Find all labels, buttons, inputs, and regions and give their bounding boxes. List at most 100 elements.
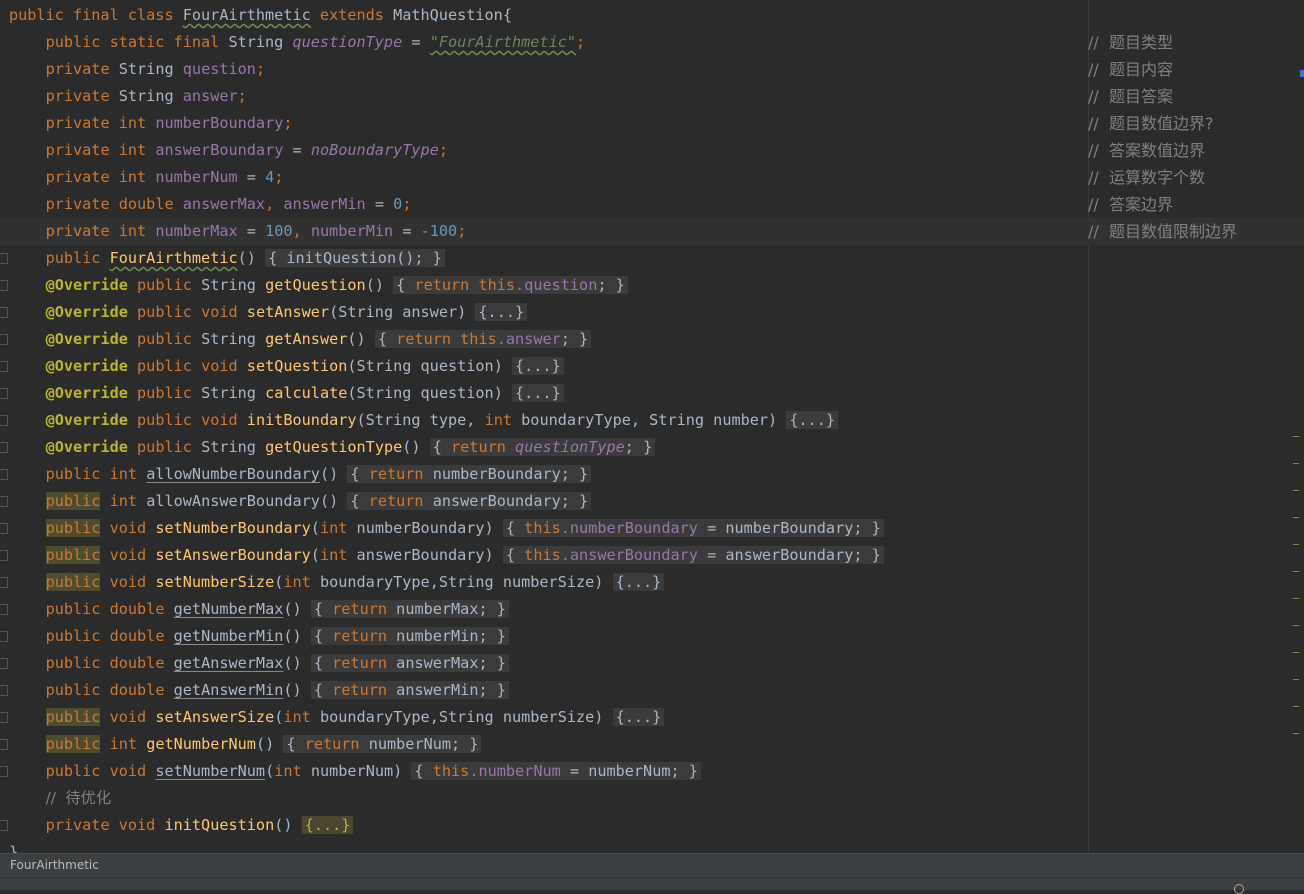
code-line-initquestion[interactable]: private void initQuestion() {...} (0, 812, 354, 839)
breadcrumb-class-item[interactable]: FourAirthmetic (10, 858, 99, 872)
folded-body[interactable]: { return answerBoundary; } (347, 492, 592, 510)
code-line-field-numberboundary[interactable]: private int numberBoundary; // 题目数值边界? (0, 110, 1214, 137)
code-line-class-header[interactable]: public final class FourAirthmetic extend… (0, 2, 512, 29)
folded-body[interactable]: { return this.answer; } (374, 330, 592, 348)
code-line-getanswermin[interactable]: public double getAnswerMin() { return an… (0, 677, 509, 704)
folded-body[interactable]: { this.numberNum = numberNum; } (411, 762, 701, 780)
brace: ; } (478, 681, 506, 699)
fold-gutter-icon[interactable] (0, 334, 8, 345)
error-stripe-mark[interactable] (1293, 436, 1299, 437)
status-indicator-icon[interactable] (1234, 884, 1244, 894)
fold-gutter-icon[interactable] (0, 388, 8, 399)
fold-gutter-icon[interactable] (0, 820, 8, 831)
folded-body[interactable]: {...} (301, 816, 354, 834)
code-line-setquestion[interactable]: @Override public void setQuestion(String… (0, 353, 564, 380)
code-line-field-numbernum[interactable]: private int numberNum = 4; // 运算数字个数 (0, 164, 1205, 191)
folded-body[interactable]: {...} (786, 411, 839, 429)
error-stripe-mark[interactable] (1293, 517, 1299, 518)
folded-body[interactable]: { return numberMax; } (310, 600, 509, 618)
code-line-getnumbermin[interactable]: public double getNumberMin() { return nu… (0, 623, 509, 650)
code-line-calculate[interactable]: @Override public String calculate(String… (0, 380, 564, 407)
code-line-getquestiontype[interactable]: @Override public String getQuestionType(… (0, 434, 656, 461)
code-line-field-answerboundary[interactable]: private int answerBoundary = noBoundaryT… (0, 137, 1205, 164)
folded-body[interactable]: {...} (512, 357, 564, 375)
fold-gutter-icon[interactable] (0, 604, 8, 615)
folded-body[interactable]: { return questionType; } (429, 438, 656, 456)
fold-gutter-icon[interactable] (0, 550, 8, 561)
fold-gutter-icon[interactable] (0, 712, 8, 723)
error-stripe-mark[interactable] (1293, 706, 1299, 707)
fold-gutter-icon[interactable] (0, 658, 8, 669)
assignment: = answerBoundary (707, 546, 854, 564)
error-stripe-mark[interactable] (1293, 463, 1299, 464)
fold-gutter-icon[interactable] (0, 280, 8, 291)
code-line-getanswermax[interactable]: public double getAnswerMax() { return an… (0, 650, 509, 677)
folded-body[interactable]: { return numberMin; } (310, 627, 509, 645)
code-line-setanswer[interactable]: @Override public void setAnswer(String a… (0, 299, 528, 326)
code-line-getnumbernum[interactable]: public int getNumberNum() { return numbe… (0, 731, 482, 758)
code-line-initboundary[interactable]: @Override public void initBoundary(Strin… (0, 407, 839, 434)
modifiers: public (45, 573, 101, 591)
annotation: @Override (45, 384, 128, 402)
code-line-setnumbernum[interactable]: public void setNumberNum(int numberNum) … (0, 758, 701, 785)
code-line-constructor[interactable]: public FourAirthmetic() { initQuestion()… (0, 245, 445, 272)
fold-gutter-icon[interactable] (0, 766, 8, 777)
code-line-todo-comment[interactable]: // 待优化 (0, 785, 111, 812)
code-line-closing-brace[interactable]: } (0, 839, 37, 853)
error-stripe-mark[interactable] (1293, 544, 1299, 545)
code-editor[interactable]: public final class FourAirthmetic extend… (0, 0, 1304, 853)
fold-gutter-icon[interactable] (0, 523, 8, 534)
code-line-setanswerboundary[interactable]: public void setAnswerBoundary(int answer… (0, 542, 884, 569)
folded-body[interactable]: { initQuestion(); } (265, 249, 445, 267)
fold-gutter-icon[interactable] (0, 685, 8, 696)
folded-body[interactable]: { return numberNum; } (283, 735, 482, 753)
fold-gutter-icon[interactable] (0, 739, 8, 750)
number-literal: 4 (265, 168, 275, 186)
error-stripe-mark[interactable] (1293, 652, 1299, 653)
code-line-setnumbersize[interactable]: public void setNumberSize(int boundaryTy… (0, 569, 665, 596)
error-stripe-mark[interactable] (1293, 598, 1299, 599)
fold-gutter-icon[interactable] (0, 469, 8, 480)
folded-body[interactable]: {...} (612, 573, 665, 591)
fold-gutter-icon[interactable] (0, 253, 8, 264)
code-line-setnumberboundary[interactable]: public void setNumberBoundary(int number… (0, 515, 884, 542)
code-line-getnumbermax[interactable]: public double getNumberMax() { return nu… (0, 596, 509, 623)
folded-body[interactable]: { return answerMin; } (310, 681, 509, 699)
folded-body[interactable]: {...} (475, 303, 528, 321)
folded-body[interactable]: { return this.question; } (393, 276, 628, 294)
folded-body[interactable]: { this.answerBoundary = answerBoundary; … (502, 546, 884, 564)
code-line-allownumberboundary[interactable]: public int allowNumberBoundary() { retur… (0, 461, 592, 488)
brace: { (313, 654, 323, 672)
fold-gutter-icon[interactable] (0, 631, 8, 642)
error-stripe-mark[interactable] (1293, 490, 1299, 491)
error-stripe-mark[interactable] (1293, 571, 1299, 572)
code-line-field-answermax[interactable]: private double answerMax, answerMin = 0;… (0, 191, 1173, 218)
code-line-allowanswerboundary[interactable]: public int allowAnswerBoundary() { retur… (0, 488, 592, 515)
code-line-getanswer[interactable]: @Override public String getAnswer() { re… (0, 326, 592, 353)
error-stripe-mark[interactable] (1293, 625, 1299, 626)
code-line-field-questiontype[interactable]: public static final String questionType … (0, 29, 1173, 56)
error-stripe-mark[interactable] (1293, 679, 1299, 680)
breadcrumb[interactable]: FourAirthmetic (0, 853, 1304, 877)
folded-body[interactable]: { return numberBoundary; } (347, 465, 592, 483)
fold-gutter-icon[interactable] (0, 442, 8, 453)
params: () (255, 735, 275, 753)
error-stripe-mark[interactable] (1293, 733, 1299, 734)
code-line-field-numbermax[interactable]: private int numberMax = 100, numberMin =… (0, 218, 1304, 245)
folded-body[interactable]: {...} (512, 384, 564, 402)
modifiers: public (45, 546, 101, 564)
fold-gutter-icon[interactable] (0, 415, 8, 426)
folded-body[interactable]: {...} (612, 708, 665, 726)
fold-gutter-icon[interactable] (0, 361, 8, 372)
fold-gutter-icon[interactable] (0, 577, 8, 588)
fold-gutter-icon[interactable] (0, 496, 8, 507)
code-line-field-answer[interactable]: private String answer; // 题目答案 (0, 83, 1173, 110)
code-line-setanswersize[interactable]: public void setAnswerSize(int boundaryTy… (0, 704, 665, 731)
fold-gutter-icon[interactable] (0, 307, 8, 318)
code-line-field-question[interactable]: private String question; // 题目内容 (0, 56, 1173, 83)
scrollbar-caret-marker[interactable] (1300, 70, 1304, 77)
folded-body[interactable]: { this.numberBoundary = numberBoundary; … (502, 519, 884, 537)
folded-body[interactable]: { return answerMax; } (310, 654, 509, 672)
code-line-getquestion[interactable]: @Override public String getQuestion() { … (0, 272, 628, 299)
brace: ; } (670, 762, 698, 780)
